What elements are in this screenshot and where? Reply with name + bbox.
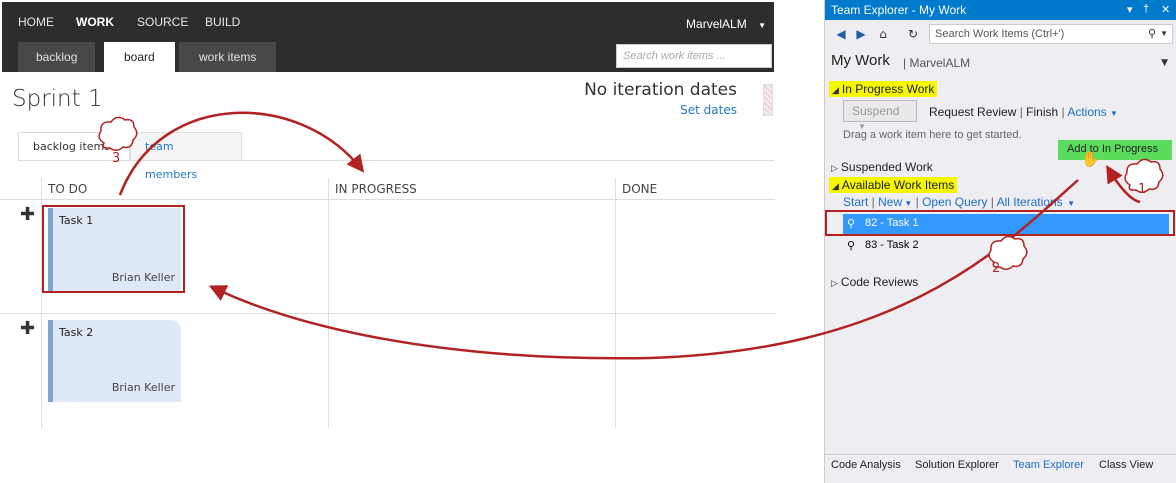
- tab-team-explorer[interactable]: Team Explorer: [1013, 459, 1084, 471]
- forward-icon[interactable]: ▶: [853, 26, 869, 42]
- nav-build[interactable]: BUILD: [205, 15, 240, 29]
- work-item-row[interactable]: ⚲ 83 - Task 2: [843, 236, 1169, 256]
- column-todo: TO DO: [48, 182, 88, 196]
- chevron-down-icon[interactable]: ▼: [1161, 58, 1168, 68]
- available-links: Start | New ▼ | Open Query | All Iterati…: [843, 195, 1075, 209]
- card-owner: Brian Keller: [111, 381, 175, 394]
- tab-work-items[interactable]: work items: [179, 42, 277, 72]
- window-title: Team Explorer - My Work: [831, 3, 967, 17]
- team-explorer-toolbar: ◀ ▶ ⌂ ↻ Search Work Items (Ctrl+') ⚲ ▼: [825, 22, 1176, 46]
- tab-board[interactable]: board: [104, 42, 175, 72]
- refresh-icon[interactable]: ↻: [905, 26, 921, 42]
- web-access-panel: HOME WORK SOURCE BUILD MarvelALM ▼ backl…: [0, 0, 775, 483]
- tab-solution-explorer[interactable]: Solution Explorer: [915, 459, 999, 471]
- chevron-down-icon[interactable]: ▼: [1160, 29, 1168, 38]
- in-progress-actions: Request Review | Finish | Actions ▼: [929, 105, 1118, 119]
- window-menu-icon[interactable]: ▾: [1127, 3, 1133, 16]
- search-work-items-input[interactable]: Search work items ...: [616, 44, 772, 68]
- search-work-items-input[interactable]: Search Work Items (Ctrl+') ⚲ ▼: [929, 24, 1173, 44]
- burndown-thumbnail[interactable]: [763, 84, 773, 116]
- collapse-triangle-icon: ◢: [832, 85, 839, 95]
- tab-divider: [18, 160, 774, 161]
- tab-team-members[interactable]: team members: [130, 132, 242, 181]
- board-header-line: [0, 199, 775, 200]
- tool-window-tabs: Code Analysis Solution Explorer Team Exp…: [825, 454, 1176, 476]
- search-placeholder: Search Work Items (Ctrl+'): [935, 28, 1065, 40]
- expand-triangle-icon: ▷: [831, 278, 838, 288]
- page-title: My Work: [831, 52, 890, 69]
- chevron-down-icon: ▼: [758, 21, 766, 30]
- section-in-progress[interactable]: ◢ In Progress Work: [829, 81, 938, 97]
- team-explorer-panel: Team Explorer - My Work ▾ † ✕ ◀ ▶ ⌂ ↻ Se…: [824, 0, 1176, 483]
- request-review-link[interactable]: Request Review: [929, 105, 1016, 119]
- add-task-icon[interactable]: ✚: [20, 318, 35, 339]
- tab-backlog[interactable]: backlog: [18, 42, 96, 72]
- pin-icon[interactable]: †: [1143, 3, 1149, 15]
- account-menu[interactable]: MarvelALM ▼: [686, 17, 766, 31]
- column-done: DONE: [622, 182, 658, 196]
- open-query-link[interactable]: Open Query: [922, 195, 987, 209]
- collapse-triangle-icon: ◢: [832, 181, 839, 191]
- highlight-box: [42, 205, 185, 293]
- close-icon[interactable]: ✕: [1161, 3, 1170, 16]
- team-explorer-titlebar: Team Explorer - My Work ▾ † ✕: [825, 0, 1176, 20]
- task-icon: ⚲: [847, 240, 856, 252]
- finish-link[interactable]: Finish: [1026, 105, 1058, 119]
- nav-source[interactable]: SOURCE: [137, 15, 188, 29]
- column-in-progress: IN PROGRESS: [335, 182, 417, 196]
- drag-hint: Drag a work item here to get started.: [843, 129, 1022, 141]
- column-divider: [328, 178, 329, 428]
- nav-home[interactable]: HOME: [18, 15, 54, 29]
- chevron-down-icon: ▼: [902, 199, 913, 208]
- highlight-box: [825, 210, 1175, 236]
- section-available[interactable]: ◢ Available Work Items: [829, 177, 958, 193]
- iteration-dates: No iteration dates: [584, 80, 737, 100]
- sprint-title: Sprint 1: [12, 86, 103, 112]
- add-task-icon[interactable]: ✚: [20, 204, 35, 225]
- hub-tab-bar: backlog board work items Search work ite…: [2, 42, 774, 72]
- home-icon[interactable]: ⌂: [875, 26, 891, 42]
- hand-cursor-icon: ✋: [1081, 150, 1100, 168]
- new-link[interactable]: New: [878, 195, 902, 209]
- card-title: Task 2: [59, 326, 94, 339]
- suspend-button[interactable]: Suspend ▼: [843, 100, 917, 131]
- tab-code-analysis[interactable]: Code Analysis: [831, 459, 901, 471]
- account-name: MarvelALM: [686, 17, 747, 31]
- column-divider: [615, 178, 616, 428]
- all-iterations-link[interactable]: All Iterations: [997, 195, 1063, 209]
- section-code-reviews[interactable]: ▷ Code Reviews: [831, 275, 918, 289]
- project-name: | MarvelALM: [903, 56, 971, 70]
- task-card[interactable]: Task 2 Brian Keller: [48, 320, 181, 402]
- add-to-in-progress-tooltip: Add to In Progress: [1058, 140, 1172, 160]
- section-suspended[interactable]: ▷ Suspended Work: [831, 160, 933, 174]
- back-icon[interactable]: ◀: [833, 26, 849, 42]
- swimlane-divider: [0, 313, 775, 314]
- search-icon: ⚲: [1147, 28, 1156, 40]
- tab-class-view[interactable]: Class View: [1099, 459, 1153, 471]
- tab-backlog-items[interactable]: backlog items: [18, 132, 130, 160]
- actions-menu[interactable]: Actions ▼: [1067, 105, 1118, 119]
- chevron-down-icon: ▼: [1110, 109, 1118, 118]
- chevron-down-icon: ▼: [1062, 199, 1075, 208]
- set-dates-link[interactable]: Set dates: [680, 103, 737, 117]
- top-navigation-bar: HOME WORK SOURCE BUILD MarvelALM ▼: [2, 2, 774, 42]
- start-link[interactable]: Start: [843, 195, 868, 209]
- expand-triangle-icon: ▷: [831, 163, 838, 173]
- nav-work[interactable]: WORK: [76, 15, 114, 29]
